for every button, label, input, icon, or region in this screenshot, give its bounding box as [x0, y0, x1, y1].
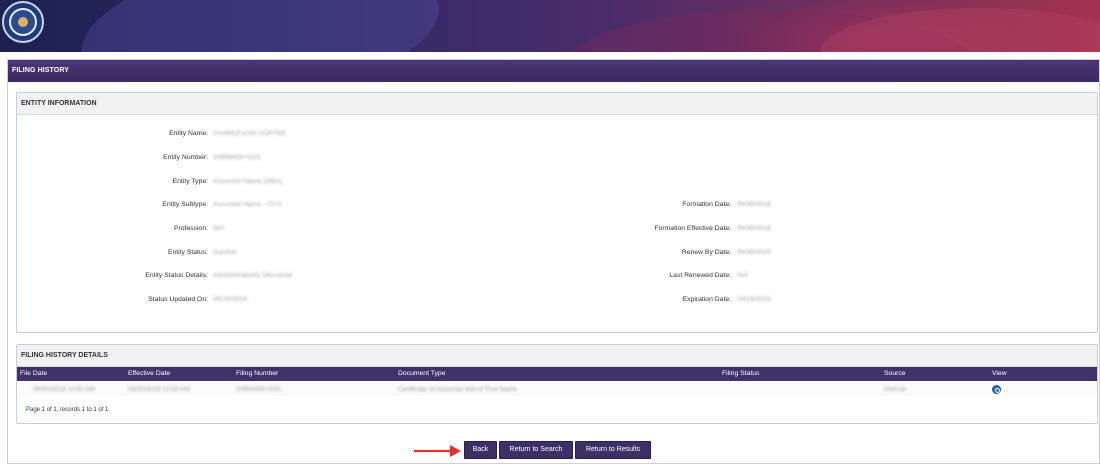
field-label: Entity Status Details: — [145, 272, 208, 279]
field-label: Renew By Date: — [681, 249, 731, 256]
field-label: Formation Date: — [682, 201, 731, 208]
field-label: Last Renewed Date: — [669, 272, 731, 279]
return-to-results-button[interactable]: Return to Results — [575, 441, 651, 459]
header-banner — [0, 0, 1100, 52]
banner-decoration — [72, 0, 448, 52]
section-title: FILING HISTORY DETAILS — [17, 345, 1097, 367]
entity-information-section: ENTITY INFORMATION Entity Name: CHARLEVO… — [16, 92, 1098, 333]
field-value: CHARLEVOIX COFFEE — [213, 130, 287, 137]
cell-effective-date: 09/30/2018 12:00 AM — [128, 386, 190, 393]
field-label: Entity Type: — [172, 178, 208, 185]
field-value: Inactive — [213, 249, 237, 256]
field-value: N/A — [213, 225, 225, 232]
field-value: 09/30/2018 — [737, 225, 772, 232]
field-label: Entity Subtype: — [162, 201, 208, 208]
table-header: File Date Effective Date Filing Number D… — [17, 367, 1097, 381]
column-header-file-date[interactable]: File Date — [20, 367, 47, 381]
field-label: Entity Status: — [167, 249, 208, 256]
search-icon[interactable] — [992, 385, 1001, 394]
column-header-effective-date[interactable]: Effective Date — [128, 367, 170, 381]
filing-history-panel: FILING HISTORY ENTITY INFORMATION Entity… — [7, 59, 1100, 464]
column-header-filing-status[interactable]: Filing Status — [722, 367, 759, 381]
cell-filing-number: 10993459-0151 — [236, 386, 282, 393]
field-value: 09/30/2018 — [737, 201, 772, 208]
field-label: Formation Effective Date: — [654, 225, 731, 232]
field-value: 09/30/2023 — [737, 249, 772, 256]
field-label: Entity Number: — [163, 154, 208, 161]
field-label: Profession: — [173, 225, 208, 232]
info-row: Status Updated On: 09/16/2024 Expiration… — [17, 295, 1097, 305]
cell-file-date: 09/30/2018 12:00 AM — [33, 386, 95, 393]
field-value: N/A — [737, 272, 749, 279]
info-row: Entity Type: Assumed Name (DBA) — [17, 177, 1097, 187]
back-button[interactable]: Back — [464, 441, 497, 459]
column-header-view[interactable]: View — [992, 367, 1007, 381]
cell-source: Internal — [884, 386, 906, 393]
banner-decoration — [820, 8, 1100, 52]
pager-info: Page 1 of 1, records 1 to 1 of 1 — [26, 407, 109, 413]
return-to-search-button[interactable]: Return to Search — [499, 441, 573, 459]
table-row[interactable]: 09/30/2018 12:00 AM 09/30/2018 12:00 AM … — [17, 383, 1097, 396]
info-row: Entity Status: Inactive Renew By Date: 0… — [17, 248, 1097, 258]
column-header-source[interactable]: Source — [884, 367, 906, 381]
section-title: ENTITY INFORMATION — [17, 93, 1097, 115]
info-row: Entity Number: 10993459-0151 — [17, 153, 1097, 163]
seal-emblem — [18, 17, 28, 27]
info-row: Entity Subtype: Assumed Name - CCC Forma… — [17, 200, 1097, 210]
arrow-icon — [414, 445, 461, 457]
field-label: Expiration Date: — [682, 296, 731, 303]
field-value: 10993459-0151 — [213, 154, 261, 161]
info-row: Profession: N/A Formation Effective Date… — [17, 224, 1097, 234]
field-label: Status Updated On: — [148, 296, 208, 303]
field-value: Administratively Dissolved — [213, 272, 292, 279]
column-header-filing-number[interactable]: Filing Number — [236, 367, 278, 381]
field-label: Entity Name: — [169, 130, 208, 137]
filing-history-details-section: FILING HISTORY DETAILS File Date Effecti… — [16, 344, 1098, 424]
field-value: 09/16/2024 — [213, 296, 248, 303]
column-header-document-type[interactable]: Document Type — [398, 367, 445, 381]
state-seal-logo[interactable] — [2, 1, 44, 43]
field-value: Assumed Name (DBA) — [213, 178, 282, 185]
cell-document-type: Certificate of Assumed and of True Name — [398, 386, 517, 393]
info-row: Entity Status Details: Administratively … — [17, 271, 1097, 281]
field-value: Assumed Name - CCC — [213, 201, 283, 208]
info-row: Entity Name: CHARLEVOIX COFFEE — [17, 129, 1097, 139]
page-title: FILING HISTORY — [8, 60, 1099, 82]
field-value: 09/16/2024 — [737, 296, 772, 303]
